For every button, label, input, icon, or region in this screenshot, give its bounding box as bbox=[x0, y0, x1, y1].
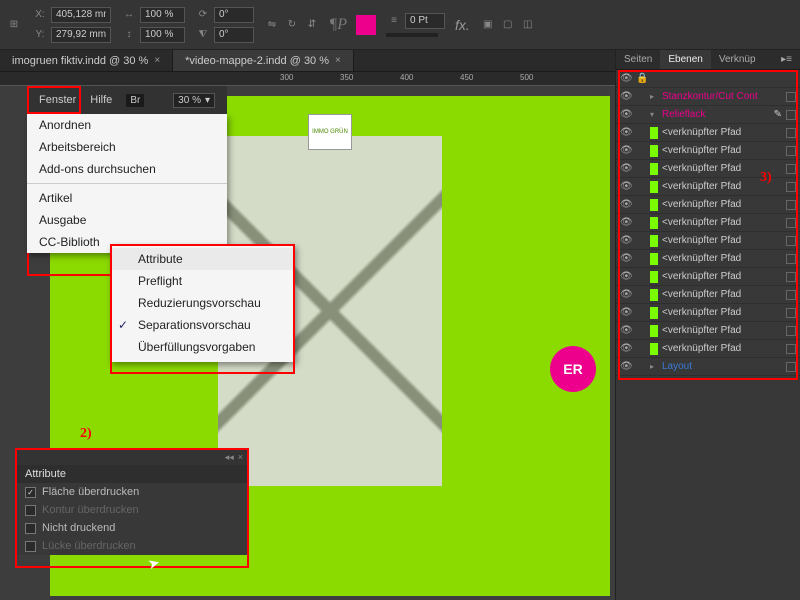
shear-icon: ⧨ bbox=[195, 27, 211, 43]
scale-w-field[interactable] bbox=[140, 7, 185, 23]
bridge-icon[interactable]: Br bbox=[126, 94, 144, 107]
fit-content-icon[interactable]: ▣ bbox=[480, 17, 496, 33]
menu-item-arbeitsbereich[interactable]: Arbeitsbereich bbox=[27, 136, 227, 158]
flip-h-icon[interactable]: ⇋ bbox=[264, 17, 280, 33]
scale-h-field[interactable] bbox=[140, 27, 185, 43]
scale-w-icon: ↔ bbox=[121, 7, 137, 23]
x-label: X: bbox=[32, 7, 48, 23]
fx-icon[interactable]: fx. bbox=[455, 17, 470, 33]
menu-item-artikel[interactable]: Artikel bbox=[27, 187, 227, 209]
panel-tab-verknuepf[interactable]: Verknüp bbox=[711, 50, 764, 69]
layers-panel-tabs: Seiten Ebenen Verknüp ▸≡ bbox=[616, 50, 800, 70]
scale-h-icon: ↕ bbox=[121, 27, 137, 43]
stroke-field[interactable] bbox=[405, 13, 445, 29]
tab-label: imogruen fiktiv.indd @ 30 % bbox=[12, 55, 148, 67]
ruler-mark: 350 bbox=[340, 73, 353, 82]
annotation-box-layers bbox=[618, 70, 798, 380]
x-field[interactable] bbox=[51, 7, 111, 23]
shear-field[interactable] bbox=[214, 27, 254, 43]
annotation-box-attribute bbox=[15, 448, 249, 568]
circle-badge: ER bbox=[550, 346, 596, 392]
logo-badge: IMMO GRÜN bbox=[308, 114, 352, 150]
close-icon[interactable]: × bbox=[154, 55, 160, 66]
y-field[interactable] bbox=[51, 27, 111, 43]
close-icon[interactable]: × bbox=[335, 55, 341, 66]
rotate-field[interactable] bbox=[214, 7, 254, 23]
zoom-value: 30 % bbox=[178, 95, 201, 106]
document-tab-1[interactable]: imogruen fiktiv.indd @ 30 % × bbox=[0, 50, 173, 71]
ruler-mark: 300 bbox=[280, 73, 293, 82]
menu-item-ausgabe[interactable]: Ausgabe bbox=[27, 209, 227, 231]
rotate-cw-icon[interactable]: ↻ bbox=[284, 17, 300, 33]
stroke-icon: ≡ bbox=[386, 13, 402, 29]
paragraph-style-icon[interactable]: ¶P bbox=[330, 17, 346, 33]
ruler-mark: 450 bbox=[460, 73, 473, 82]
reference-point-icon[interactable]: ⊞ bbox=[6, 17, 22, 33]
menu-hilfe[interactable]: Hilfe bbox=[90, 94, 112, 106]
fill-swatch[interactable] bbox=[356, 15, 376, 35]
ruler-mark: 400 bbox=[400, 73, 413, 82]
menu-item-addons[interactable]: Add-ons durchsuchen bbox=[27, 158, 227, 180]
panel-tab-seiten[interactable]: Seiten bbox=[616, 50, 660, 69]
panel-tab-ebenen[interactable]: Ebenen bbox=[660, 50, 710, 69]
menu-dropdown-fenster: Anordnen Arbeitsbereich Add-ons durchsuc… bbox=[27, 114, 227, 253]
flip-v-icon[interactable]: ⇵ bbox=[304, 17, 320, 33]
control-toolbar: ⊞ X: Y: ↔ ↕ ⟳ ⧨ ⇋ ↻ ⇵ ¶P ≡ fx. ▣ ▢ ◫ bbox=[0, 0, 800, 50]
center-content-icon[interactable]: ◫ bbox=[520, 17, 536, 33]
rotate-icon: ⟳ bbox=[195, 7, 211, 23]
stroke-style[interactable] bbox=[386, 33, 438, 37]
annotation-box-submenu bbox=[110, 244, 295, 374]
panel-menu-icon[interactable]: ▸≡ bbox=[773, 50, 800, 69]
y-label: Y: bbox=[32, 27, 48, 43]
zoom-dropdown[interactable]: 30 % ▾ bbox=[173, 93, 215, 108]
menu-item-anordnen[interactable]: Anordnen bbox=[27, 114, 227, 136]
fit-frame-icon[interactable]: ▢ bbox=[500, 17, 516, 33]
menu-separator bbox=[27, 183, 227, 184]
chevron-down-icon: ▾ bbox=[205, 95, 210, 106]
annotation-2: 2) bbox=[80, 426, 92, 442]
ruler-mark: 500 bbox=[520, 73, 533, 82]
tab-label: *video-mappe-2.indd @ 30 % bbox=[185, 55, 329, 67]
annotation-box-fenster bbox=[27, 86, 81, 114]
document-tab-2[interactable]: *video-mappe-2.indd @ 30 % × bbox=[173, 50, 354, 71]
